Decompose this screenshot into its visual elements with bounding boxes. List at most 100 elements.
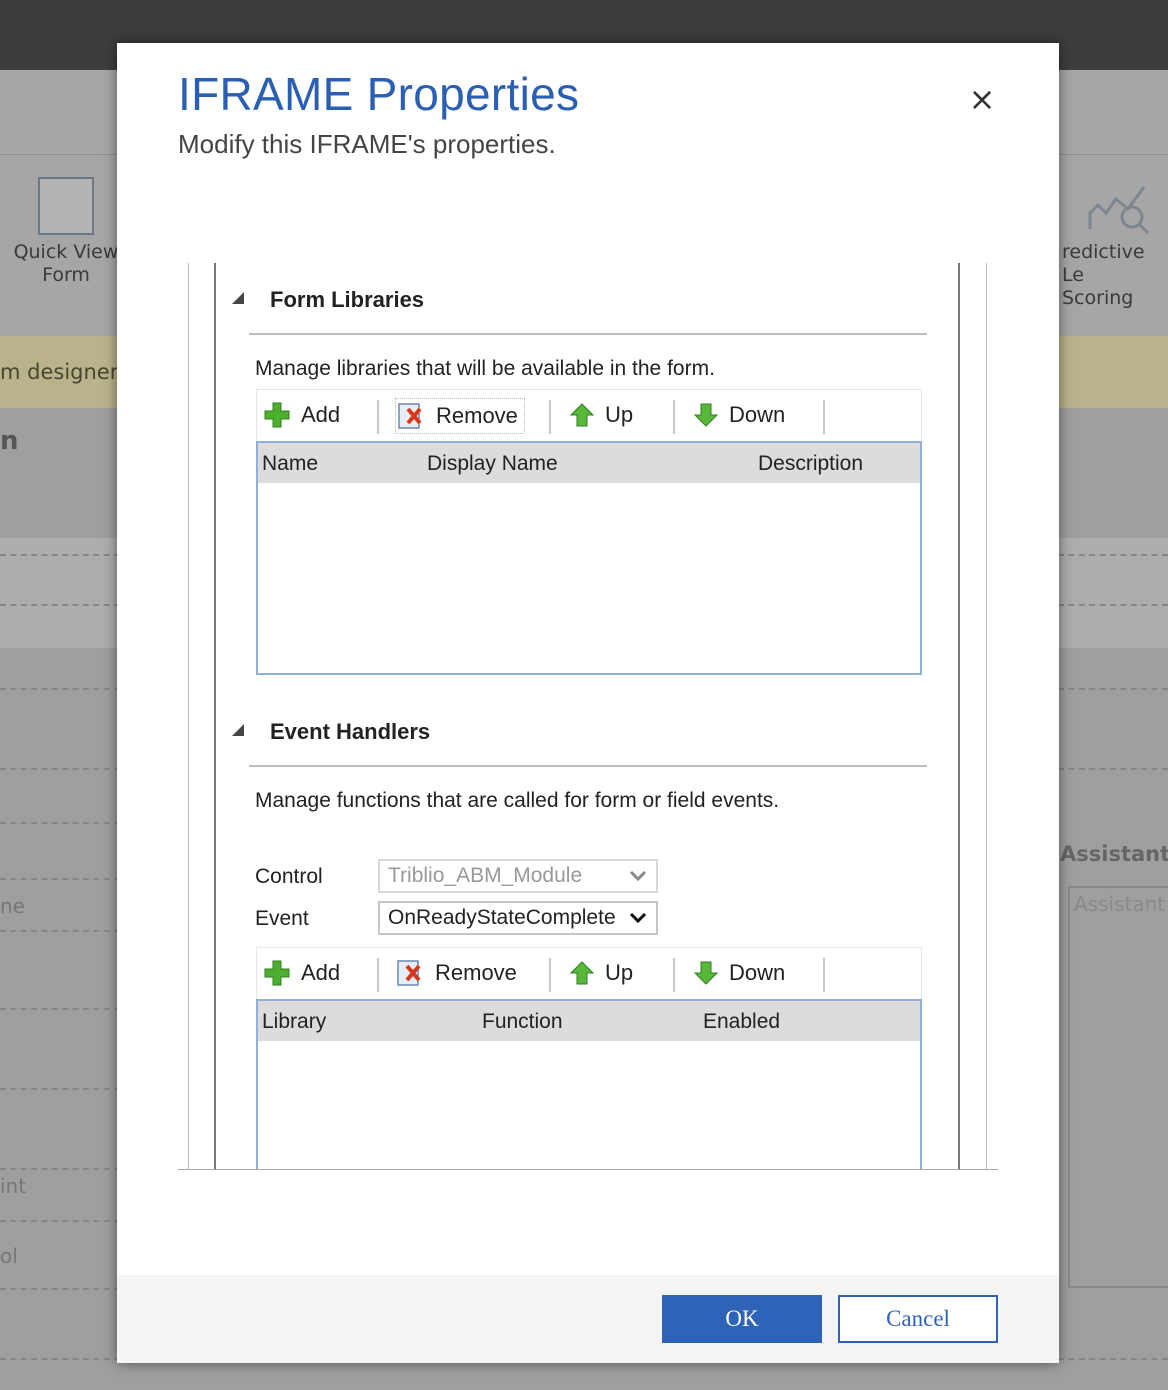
- form-libraries-description: Manage libraries that will be available …: [255, 357, 715, 380]
- dialog-footer: OK Cancel: [117, 1275, 1059, 1363]
- event-label: Event: [255, 907, 309, 930]
- down-arrow-icon: [693, 961, 719, 985]
- iframe-properties-dialog: IFRAME Properties Modify this IFRAME's p…: [117, 43, 1059, 1363]
- toolbar-separator: [823, 958, 825, 992]
- ribbon-predictive-scoring[interactable]: redictive Le Scoring: [1062, 241, 1168, 310]
- quick-view-form-icon: [38, 177, 94, 235]
- divider: [0, 1220, 120, 1222]
- toolbar-separator: [673, 400, 675, 434]
- close-icon[interactable]: ×: [967, 81, 997, 117]
- form-libraries-grid[interactable]: Name Display Name Description: [256, 441, 922, 675]
- divider: [0, 554, 120, 556]
- section-divider: [249, 333, 927, 335]
- remove-handler-button[interactable]: Remove: [395, 954, 517, 992]
- grid-header: Library Function Enabled: [258, 1001, 920, 1041]
- toolbar-separator: [377, 958, 379, 992]
- column-header[interactable]: Name: [262, 452, 318, 476]
- toolbar-separator: [823, 400, 825, 434]
- control-label: Control: [255, 865, 323, 888]
- divider: [0, 1008, 120, 1010]
- toolbar-separator: [549, 400, 551, 434]
- divider: [1058, 688, 1168, 690]
- field-fragment: ne: [0, 894, 25, 918]
- column-header[interactable]: Function: [482, 1010, 563, 1034]
- divider: [1058, 554, 1168, 556]
- form-libraries-heading: Form Libraries: [270, 287, 425, 312]
- move-down-handler-button[interactable]: Down: [693, 954, 785, 992]
- toolbar-separator: [377, 400, 379, 434]
- notice-text: m designer t: [0, 360, 134, 384]
- assistant-placeholder: Assistant: [1074, 892, 1166, 916]
- dialog-subtitle: Modify this IFRAME's properties.: [178, 129, 556, 159]
- plus-icon: [264, 960, 290, 986]
- assistant-box: Assistant: [1068, 886, 1168, 1288]
- collapse-triangle-icon: [232, 292, 244, 305]
- control-value: Triblio_ABM_Module: [388, 864, 583, 887]
- form-libraries-toolbar: Add Remove Up Down: [256, 389, 922, 442]
- remove-icon: [397, 960, 421, 986]
- down-arrow-icon: [693, 403, 719, 427]
- section-divider: [249, 765, 927, 767]
- field-fragment: ol: [0, 1244, 18, 1268]
- remove-label: Remove: [435, 960, 517, 985]
- event-handlers-description: Manage functions that are called for for…: [255, 789, 780, 812]
- add-handler-button[interactable]: Add: [263, 954, 340, 992]
- dialog-title: IFRAME Properties: [178, 68, 580, 120]
- divider: [0, 1168, 120, 1170]
- frame-border: [986, 263, 987, 1169]
- remove-icon: [398, 403, 422, 429]
- divider: [0, 1358, 120, 1360]
- move-up-library-button[interactable]: Up: [569, 396, 633, 434]
- add-label: Add: [301, 960, 341, 985]
- chevron-down-icon: [629, 912, 647, 924]
- cancel-button[interactable]: Cancel: [838, 1295, 998, 1343]
- event-value: OnReadyStateComplete: [388, 906, 616, 929]
- event-handlers-grid[interactable]: Library Function Enabled: [256, 999, 922, 1169]
- divider: [0, 768, 120, 770]
- remove-library-button[interactable]: Remove: [395, 398, 525, 434]
- up-arrow-icon: [569, 961, 595, 985]
- divider: [0, 1288, 120, 1290]
- add-label: Add: [301, 402, 341, 427]
- column-header[interactable]: Enabled: [703, 1010, 780, 1034]
- assistant-label: Assistant: [1060, 842, 1168, 866]
- field-fragment: int: [0, 1174, 27, 1198]
- form-libraries-header[interactable]: Form Libraries: [226, 287, 424, 313]
- divider: [0, 688, 120, 690]
- toolbar-separator: [549, 958, 551, 992]
- divider: [0, 604, 120, 606]
- divider: [0, 822, 120, 824]
- divider: [0, 930, 120, 932]
- divider: [0, 1088, 120, 1090]
- frame-border: [958, 263, 960, 1169]
- heading-fragment: n: [0, 426, 19, 456]
- up-label: Up: [605, 402, 634, 427]
- ok-button[interactable]: OK: [662, 1295, 822, 1343]
- event-handlers-heading: Event Handlers: [270, 719, 431, 744]
- remove-label: Remove: [436, 403, 518, 428]
- plus-icon: [264, 402, 290, 428]
- predictive-scoring-icon: [1088, 186, 1150, 235]
- frame-border: [188, 263, 189, 1169]
- down-label: Down: [729, 402, 786, 427]
- properties-scroll-frame[interactable]: Form Libraries Manage libraries that wil…: [178, 263, 998, 1170]
- event-handlers-toolbar: Add Remove Up Down: [256, 947, 922, 1000]
- event-select[interactable]: OnReadyStateComplete: [378, 901, 658, 935]
- control-select[interactable]: Triblio_ABM_Module: [378, 859, 658, 893]
- ribbon-quick-view-form[interactable]: Quick View Form: [6, 241, 126, 287]
- up-arrow-icon: [569, 403, 595, 427]
- toolbar-separator: [673, 958, 675, 992]
- divider: [0, 878, 120, 880]
- event-handlers-header[interactable]: Event Handlers: [226, 719, 430, 745]
- move-up-handler-button[interactable]: Up: [569, 954, 633, 992]
- divider: [1058, 1358, 1168, 1360]
- add-library-button[interactable]: Add: [263, 396, 340, 434]
- properties-content: Form Libraries Manage libraries that wil…: [216, 263, 958, 1169]
- divider: [1058, 604, 1168, 606]
- divider: [1058, 768, 1168, 770]
- column-header[interactable]: Description: [758, 452, 863, 476]
- move-down-library-button[interactable]: Down: [693, 396, 785, 434]
- chevron-down-icon: [629, 870, 647, 882]
- column-header[interactable]: Library: [262, 1010, 326, 1034]
- column-header[interactable]: Display Name: [427, 452, 558, 476]
